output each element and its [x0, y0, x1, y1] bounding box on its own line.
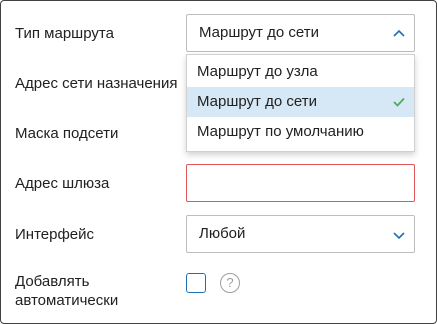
- subnet-mask-label: Маска подсети: [15, 125, 119, 142]
- auto-add-label-line2: автоматически: [15, 292, 119, 309]
- gateway-label: Адрес шлюза: [15, 175, 110, 192]
- gateway-input[interactable]: [186, 164, 415, 202]
- interface-select[interactable]: Любой: [186, 215, 415, 253]
- route-type-option-network[interactable]: Маршрут до сети: [187, 87, 414, 117]
- route-type-value: Маршрут до сети: [199, 24, 319, 41]
- chevron-down-icon: [393, 232, 405, 240]
- destination-label: Адрес сети назначения: [15, 75, 178, 92]
- auto-add-label-line1: Добавлять: [15, 273, 90, 290]
- checkmark-icon: [393, 97, 405, 107]
- interface-value: Любой: [199, 225, 246, 242]
- route-type-option-default[interactable]: Маршрут по умолчанию: [187, 117, 414, 147]
- route-type-dropdown: Маршрут до узла Маршрут до сети Маршрут …: [186, 54, 415, 152]
- route-type-select[interactable]: Маршрут до сети: [186, 14, 415, 52]
- option-label: Маршрут до узла: [197, 63, 318, 80]
- auto-add-checkbox[interactable]: [186, 273, 206, 293]
- route-type-label: Тип маршрута: [15, 25, 114, 42]
- help-icon[interactable]: ?: [220, 273, 240, 293]
- chevron-up-icon: [393, 29, 405, 37]
- option-label: Маршрут по умолчанию: [197, 123, 364, 140]
- interface-label: Интерфейс: [15, 226, 95, 243]
- option-label: Маршрут до сети: [197, 93, 317, 110]
- route-type-option-host[interactable]: Маршрут до узла: [187, 57, 414, 87]
